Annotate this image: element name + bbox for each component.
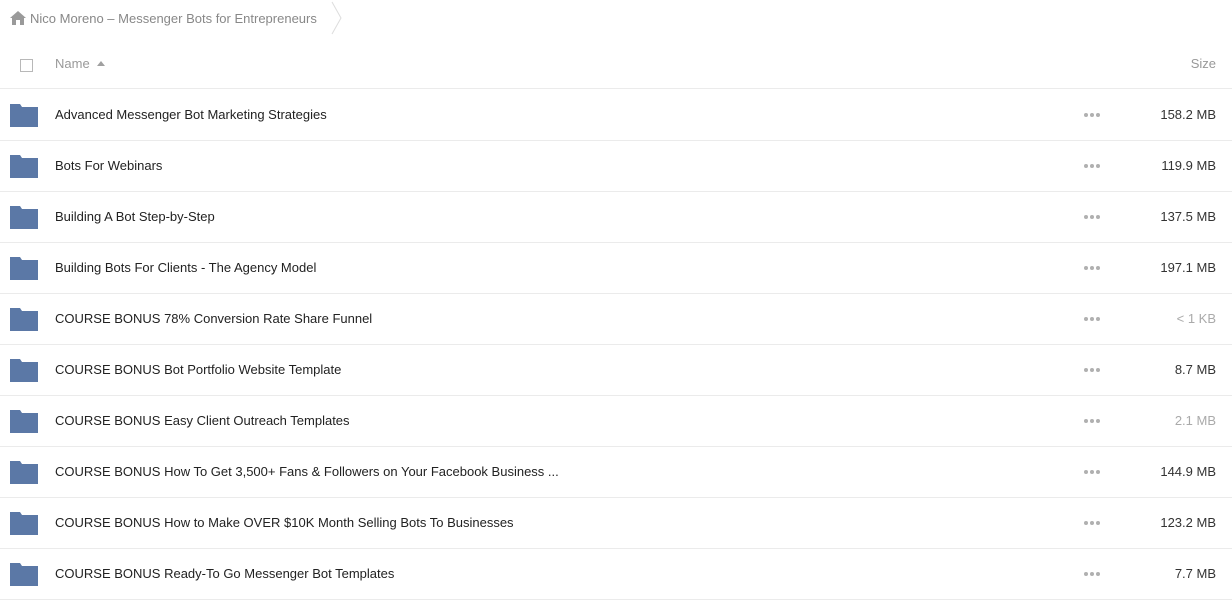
more-options-dot — [1096, 113, 1100, 117]
more-options-dot — [1090, 470, 1094, 474]
more-options-dot — [1084, 266, 1088, 270]
more-options-icon[interactable] — [1084, 416, 1100, 426]
folder-icon — [10, 155, 38, 178]
more-options-dot — [1090, 113, 1094, 117]
more-options-icon[interactable] — [1084, 518, 1100, 528]
more-options-icon[interactable] — [1084, 161, 1100, 171]
more-options-dot — [1090, 368, 1094, 372]
folder-name[interactable]: COURSE BONUS Easy Client Outreach Templa… — [55, 413, 350, 428]
more-options-icon[interactable] — [1084, 569, 1100, 579]
more-options-dot — [1096, 419, 1100, 423]
more-options-icon[interactable] — [1084, 365, 1100, 375]
folder-icon — [10, 512, 38, 535]
column-header-name-label: Name — [55, 56, 90, 71]
more-options-dot — [1096, 164, 1100, 168]
table-row[interactable]: Building Bots For Clients - The Agency M… — [0, 243, 1232, 294]
breadcrumb-item-root[interactable]: Nico Moreno – Messenger Bots for Entrepr… — [0, 0, 331, 36]
folder-size: < 1 KB — [1176, 311, 1216, 326]
more-options-dot — [1084, 470, 1088, 474]
folder-size: 144.9 MB — [1160, 464, 1216, 479]
folder-size: 7.7 MB — [1174, 566, 1216, 581]
more-options-dot — [1096, 470, 1100, 474]
breadcrumb-label: Nico Moreno – Messenger Bots for Entrepr… — [30, 10, 317, 26]
more-options-dot — [1090, 164, 1094, 168]
more-options-dot — [1084, 572, 1088, 576]
more-options-dot — [1084, 521, 1088, 525]
more-options-icon[interactable] — [1084, 467, 1100, 477]
table-row[interactable]: COURSE BONUS Bot Portfolio Website Templ… — [0, 345, 1232, 396]
folder-name[interactable]: COURSE BONUS Bot Portfolio Website Templ… — [55, 362, 341, 377]
more-options-dot — [1084, 113, 1088, 117]
more-options-dot — [1084, 164, 1088, 168]
folder-icon — [10, 410, 38, 433]
file-list: Advanced Messenger Bot Marketing Strateg… — [0, 90, 1232, 600]
more-options-dot — [1084, 215, 1088, 219]
more-options-icon[interactable] — [1084, 314, 1100, 324]
table-row[interactable]: COURSE BONUS Ready-To Go Messenger Bot T… — [0, 549, 1232, 600]
column-header-size[interactable]: Size — [1191, 56, 1216, 71]
more-options-dot — [1096, 521, 1100, 525]
more-options-dot — [1084, 317, 1088, 321]
more-options-dot — [1090, 215, 1094, 219]
more-options-dot — [1090, 572, 1094, 576]
more-options-dot — [1084, 368, 1088, 372]
folder-size: 197.1 MB — [1160, 260, 1216, 275]
folder-name[interactable]: Bots For Webinars — [55, 158, 162, 173]
table-row[interactable]: COURSE BONUS How To Get 3,500+ Fans & Fo… — [0, 447, 1232, 498]
breadcrumb: Nico Moreno – Messenger Bots for Entrepr… — [0, 0, 1232, 36]
table-row[interactable]: Bots For Webinars 119.9 MB — [0, 141, 1232, 192]
folder-icon — [10, 257, 38, 280]
select-all-checkbox[interactable] — [20, 59, 33, 72]
sort-ascending-icon — [96, 61, 105, 66]
folder-name[interactable]: Building A Bot Step-by-Step — [55, 209, 215, 224]
folder-name[interactable]: Advanced Messenger Bot Marketing Strateg… — [55, 107, 327, 122]
table-row[interactable]: COURSE BONUS How to Make OVER $10K Month… — [0, 498, 1232, 549]
more-options-icon[interactable] — [1084, 110, 1100, 120]
more-options-dot — [1096, 368, 1100, 372]
column-header-name[interactable]: Name — [55, 56, 105, 71]
table-row[interactable]: COURSE BONUS Easy Client Outreach Templa… — [0, 396, 1232, 447]
more-options-icon[interactable] — [1084, 263, 1100, 273]
more-options-dot — [1096, 572, 1100, 576]
folder-size: 119.9 MB — [1161, 158, 1216, 173]
folder-size: 123.2 MB — [1160, 515, 1216, 530]
folder-name[interactable]: COURSE BONUS 78% Conversion Rate Share F… — [55, 311, 372, 326]
more-options-dot — [1090, 521, 1094, 525]
folder-name[interactable]: Building Bots For Clients - The Agency M… — [55, 260, 316, 275]
folder-name[interactable]: COURSE BONUS How To Get 3,500+ Fans & Fo… — [55, 464, 559, 479]
folder-size: 8.7 MB — [1174, 362, 1216, 377]
more-options-icon[interactable] — [1084, 212, 1100, 222]
folder-name[interactable]: COURSE BONUS Ready-To Go Messenger Bot T… — [55, 566, 394, 581]
table-row[interactable]: Building A Bot Step-by-Step 137.5 MB — [0, 192, 1232, 243]
more-options-dot — [1084, 419, 1088, 423]
more-options-dot — [1090, 419, 1094, 423]
more-options-dot — [1090, 317, 1094, 321]
more-options-dot — [1096, 215, 1100, 219]
folder-icon — [10, 104, 38, 127]
more-options-dot — [1096, 317, 1100, 321]
more-options-dot — [1096, 266, 1100, 270]
home-icon — [10, 11, 26, 25]
table-row[interactable]: Advanced Messenger Bot Marketing Strateg… — [0, 90, 1232, 141]
folder-icon — [10, 461, 38, 484]
folder-icon — [10, 359, 38, 382]
folder-icon — [10, 206, 38, 229]
breadcrumb-separator-icon — [331, 1, 342, 35]
table-row[interactable]: COURSE BONUS 78% Conversion Rate Share F… — [0, 294, 1232, 345]
folder-name[interactable]: COURSE BONUS How to Make OVER $10K Month… — [55, 515, 514, 530]
folder-icon — [10, 308, 38, 331]
folder-icon — [10, 563, 38, 586]
table-header: Name Size — [0, 40, 1232, 89]
more-options-dot — [1090, 266, 1094, 270]
folder-size: 158.2 MB — [1160, 107, 1216, 122]
folder-size: 137.5 MB — [1160, 209, 1216, 224]
folder-size: 2.1 MB — [1174, 413, 1216, 428]
